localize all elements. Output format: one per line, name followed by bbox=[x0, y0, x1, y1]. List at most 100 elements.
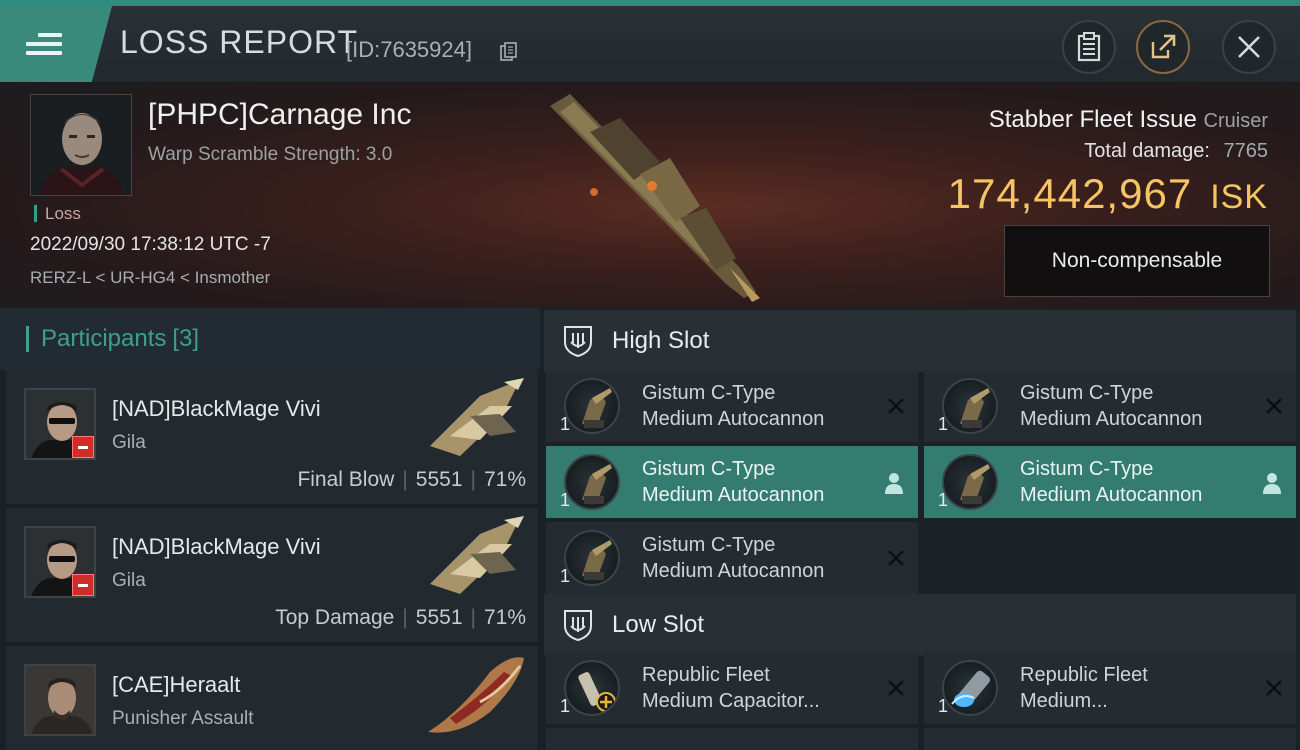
dropped-person-icon bbox=[1263, 473, 1281, 494]
participants-header: Participants [3] bbox=[0, 308, 540, 370]
module-quantity: 1 bbox=[560, 414, 571, 434]
close-icon bbox=[1238, 36, 1260, 58]
module-item[interactable]: 1 Gistum C-Type Medium Autocannon bbox=[546, 446, 918, 518]
participant-stats: Final Blow | 5551 | 71% bbox=[297, 468, 526, 491]
module-name: Gistum C-Type Medium Autocannon bbox=[642, 532, 824, 584]
destroyed-icon bbox=[1266, 680, 1282, 696]
module-name-line1: Republic Fleet bbox=[642, 664, 770, 686]
menu-button[interactable] bbox=[0, 6, 112, 82]
module-name-line2: Medium Autocannon bbox=[642, 408, 825, 430]
copy-icon[interactable] bbox=[500, 42, 518, 62]
top-bar: LOSS REPORT [ID:7635924] bbox=[0, 0, 1300, 82]
destroyed-icon bbox=[888, 680, 904, 696]
module-quantity: 1 bbox=[938, 490, 949, 510]
module-item[interactable]: 1 Gistum C-Type Medium Autocannon bbox=[924, 370, 1296, 442]
participant-ship: Punisher Assault bbox=[112, 708, 254, 729]
module-name-line1: Gistum C-Type bbox=[642, 534, 776, 556]
ship-name[interactable]: Stabber Fleet Issue Cruiser bbox=[989, 106, 1268, 134]
module-name: Republic Fleet Medium... bbox=[1020, 662, 1148, 714]
participant-ship-image bbox=[430, 516, 524, 594]
module-item-partial[interactable] bbox=[546, 728, 918, 750]
autocannon-icon bbox=[564, 530, 620, 586]
hamburger-icon bbox=[26, 28, 62, 60]
module-item[interactable]: 1 Gistum C-Type Medium Autocannon bbox=[546, 370, 918, 442]
high-slot-label: High Slot bbox=[612, 327, 710, 354]
participant-ship: Gila bbox=[112, 570, 146, 591]
autocannon-icon bbox=[942, 378, 998, 434]
module-quantity: 1 bbox=[560, 490, 571, 510]
ship-class: Cruiser bbox=[1203, 110, 1268, 132]
module-name: Gistum C-Type Medium Autocannon bbox=[1020, 380, 1202, 432]
module-item-partial[interactable] bbox=[924, 728, 1296, 750]
participant-role: Final Blow bbox=[297, 468, 395, 491]
isk-unit: ISK bbox=[1210, 178, 1268, 216]
compensation-status: Non-compensable bbox=[1004, 225, 1270, 297]
total-damage-label: Total damage: bbox=[1084, 140, 1210, 162]
high-slot-header: High Slot bbox=[544, 310, 1296, 372]
dropped-person-icon bbox=[885, 473, 903, 494]
participant-ship-image bbox=[428, 657, 524, 733]
character-portrait-icon bbox=[26, 666, 94, 734]
high-slot-icon bbox=[564, 326, 592, 358]
participants-panel: Participants [3] [NAD]BlackMage Vivi Gil… bbox=[0, 308, 540, 750]
total-damage: Total damage: 7765 bbox=[1084, 140, 1268, 163]
participant-row[interactable]: [CAE]Heraalt Punisher Assault bbox=[6, 646, 538, 750]
hostile-badge-icon bbox=[72, 436, 94, 458]
fitting-panel: High Slot 1 Gistum C-Type Medium Autocan… bbox=[540, 308, 1300, 750]
capacitor-icon bbox=[564, 660, 620, 716]
loss-datetime: 2022/09/30 17:38:12 UTC -7 bbox=[30, 234, 271, 255]
plasma-module-icon bbox=[942, 660, 998, 716]
participant-avatar[interactable] bbox=[24, 526, 96, 598]
participant-name: [CAE]Heraalt bbox=[112, 672, 241, 697]
participant-avatar[interactable] bbox=[24, 664, 96, 736]
header-accent-bar bbox=[26, 326, 29, 352]
share-icon bbox=[1151, 34, 1176, 59]
hostile-badge-icon bbox=[72, 574, 94, 596]
module-quantity: 1 bbox=[938, 696, 949, 716]
destroyed-icon bbox=[888, 398, 904, 414]
share-button[interactable] bbox=[1136, 20, 1190, 74]
low-slot-icon bbox=[564, 610, 592, 642]
ship-name-text: Stabber Fleet Issue bbox=[988, 106, 1197, 133]
module-name-line2: Medium Autocannon bbox=[1020, 484, 1203, 506]
victim-ship-image[interactable] bbox=[530, 88, 780, 304]
participant-ship: Gila bbox=[112, 432, 146, 453]
low-slot-header: Low Slot bbox=[544, 594, 1296, 656]
close-button[interactable] bbox=[1222, 20, 1276, 74]
module-name-line1: Gistum C-Type bbox=[1020, 382, 1154, 404]
loss-location[interactable]: RERZ-L < UR-HG4 < Insmother bbox=[30, 268, 270, 288]
destroyed-icon bbox=[888, 550, 904, 566]
module-name: Gistum C-Type Medium Autocannon bbox=[1020, 456, 1202, 508]
module-name-line1: Republic Fleet bbox=[1020, 664, 1148, 686]
clipboard-button[interactable] bbox=[1062, 20, 1116, 74]
module-name-line1: Gistum C-Type bbox=[642, 382, 776, 404]
clipboard-icon bbox=[1077, 32, 1101, 62]
module-item[interactable]: 1 Gistum C-Type Medium Autocannon bbox=[546, 522, 918, 594]
autocannon-icon bbox=[942, 454, 998, 510]
participant-row[interactable]: [NAD]BlackMage Vivi Gila Final Blow | 5551… bbox=[6, 370, 538, 504]
participant-row[interactable]: [NAD]BlackMage Vivi Gila Top Damage | 5551… bbox=[6, 508, 538, 642]
page-title: LOSS REPORT bbox=[120, 24, 359, 60]
participant-role: Top Damage bbox=[275, 606, 395, 629]
low-slot-label: Low Slot bbox=[612, 611, 705, 638]
participant-avatar[interactable] bbox=[24, 388, 96, 460]
module-quantity: 1 bbox=[938, 414, 949, 434]
module-name: Gistum C-Type Medium Autocannon bbox=[642, 456, 824, 508]
participant-percent: 71% bbox=[483, 606, 526, 629]
module-name-line2: Medium Autocannon bbox=[642, 484, 825, 506]
destroyed-icon bbox=[1266, 398, 1282, 414]
victim-portrait[interactable] bbox=[30, 94, 132, 196]
module-name-line2: Medium Autocannon bbox=[642, 560, 825, 582]
module-name-line1: Gistum C-Type bbox=[1020, 458, 1154, 480]
autocannon-icon bbox=[564, 378, 620, 434]
participant-name: [NAD]BlackMage Vivi bbox=[112, 396, 321, 421]
autocannon-icon bbox=[564, 454, 620, 510]
report-id: [ID:7635924] bbox=[346, 37, 472, 62]
module-item[interactable]: 1 Republic Fleet Medium... bbox=[924, 652, 1296, 724]
module-item[interactable]: 1 Republic Fleet Medium Capacitor... bbox=[546, 652, 918, 724]
module-name: Gistum C-Type Medium Autocannon bbox=[642, 380, 824, 432]
module-name: Republic Fleet Medium Capacitor... bbox=[642, 662, 820, 714]
module-item[interactable]: 1 Gistum C-Type Medium Autocannon bbox=[924, 446, 1296, 518]
isk-value: 174,442,967 ISK bbox=[948, 170, 1268, 218]
victim-name[interactable]: [PHPC]Carnage Inc bbox=[148, 98, 411, 132]
